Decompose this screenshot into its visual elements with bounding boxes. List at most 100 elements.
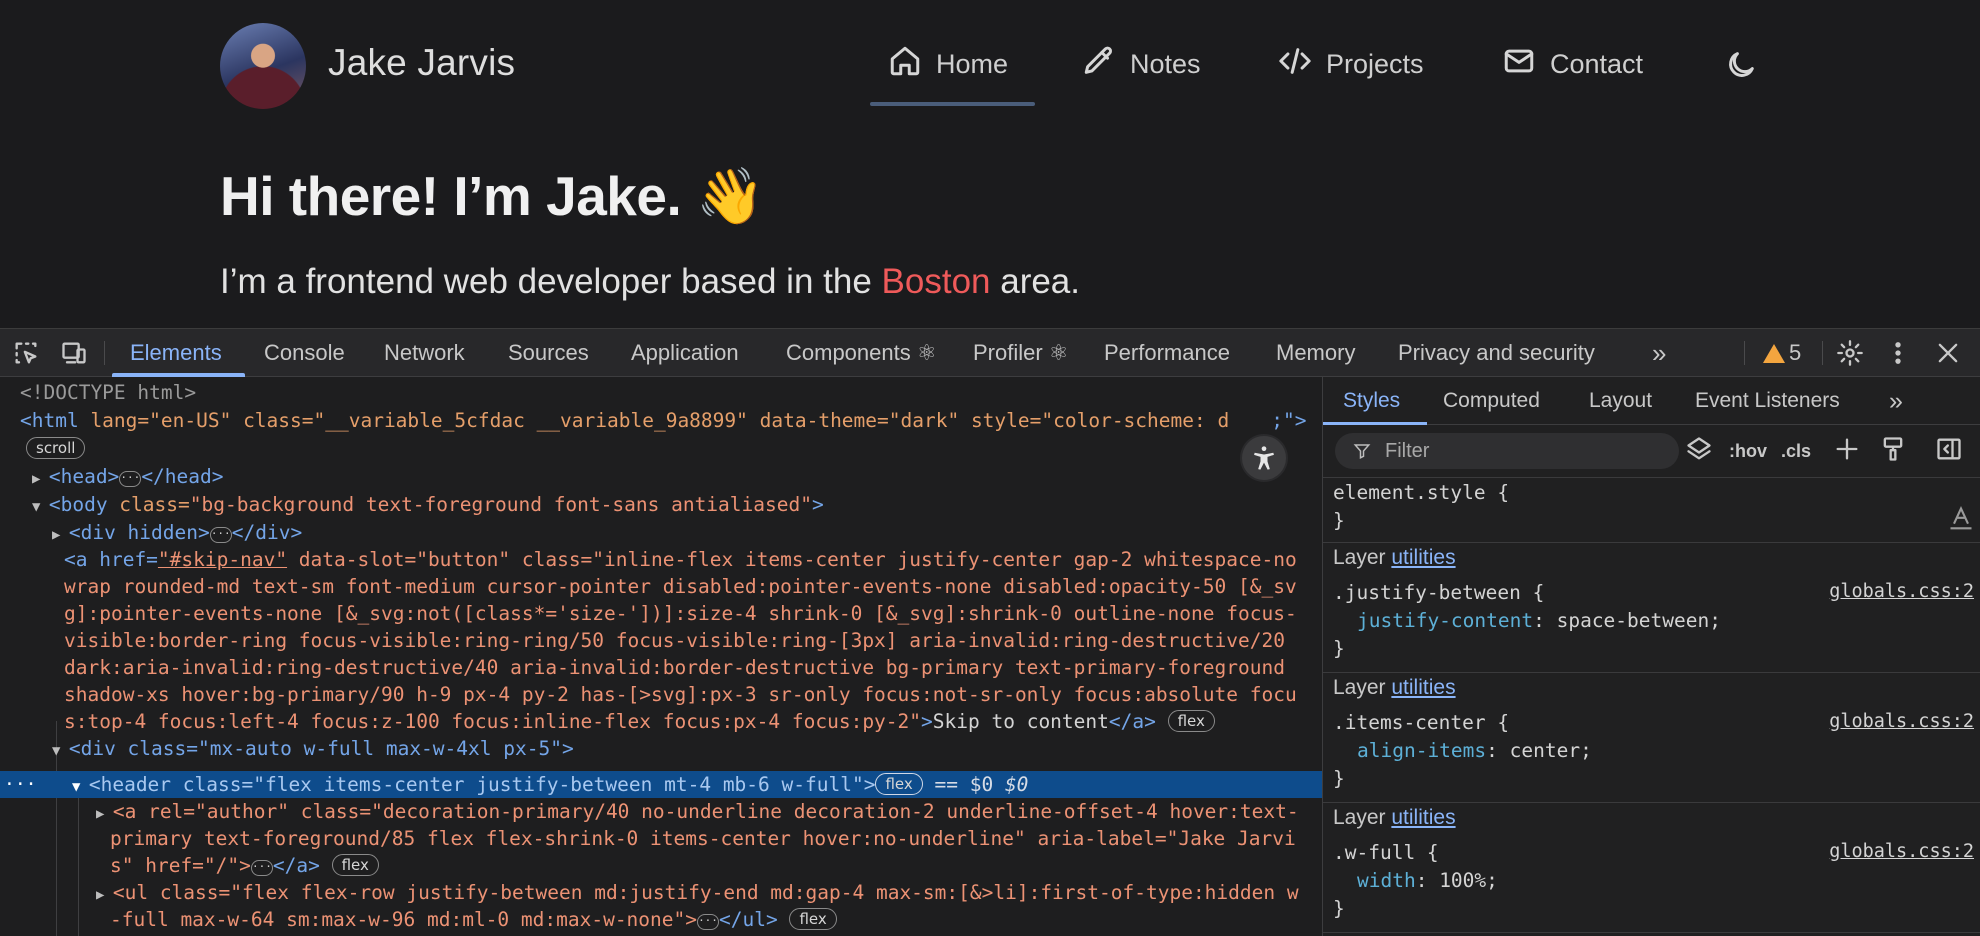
flex-badge[interactable]: flex [875, 773, 923, 795]
dom-nav-list-line-2[interactable]: -full max-w-64 sm:max-w-96 md:ml-0 md:ma… [110, 906, 837, 933]
new-rule-plus-icon[interactable] [1833, 435, 1861, 467]
skip-nav-href[interactable]: "#skip-nav" [158, 548, 287, 571]
dom-wrapper-div[interactable]: ▼ <div class="mx-auto w-full max-w-4xl p… [52, 735, 574, 765]
ellipsis-badge[interactable]: ··· [119, 471, 142, 487]
ellipsis-badge[interactable]: ··· [697, 914, 719, 930]
tab-elements[interactable]: Elements [130, 329, 222, 377]
collapse-arrow-icon[interactable]: ▼ [72, 779, 89, 795]
tab-console[interactable]: Console [264, 329, 345, 377]
tab-computed[interactable]: Computed [1443, 377, 1540, 425]
collapse-arrow-icon[interactable]: ▼ [32, 499, 49, 515]
avatar[interactable] [220, 23, 306, 109]
nav-notes-label: Notes [1130, 48, 1201, 79]
dom-tree[interactable]: <!DOCTYPE html> <html lang="en-US" class… [0, 377, 1322, 936]
layer-utilities-link[interactable]: utilities [1391, 676, 1455, 699]
inspect-element-icon[interactable] [12, 339, 40, 367]
hero-subtitle-after: area. [990, 262, 1080, 301]
nav-contact[interactable]: Contact [1502, 44, 1643, 84]
nav-projects[interactable]: Projects [1278, 44, 1424, 84]
skip-link-attrs-end: s:top-4 focus:left-4 focus:z-100 focus:i… [64, 710, 922, 733]
hero-location-link[interactable]: Boston [882, 262, 991, 301]
rule-source-link[interactable]: globals.css:2 [1829, 841, 1974, 862]
font-editor-icon[interactable] [1947, 503, 1975, 535]
more-options-icon[interactable] [1884, 339, 1912, 367]
tab-network[interactable]: Network [384, 329, 465, 377]
dom-author-link-line-2[interactable]: primary text-foreground/85 flex flex-shr… [110, 825, 1296, 852]
toggle-sidebar-icon[interactable] [1935, 435, 1963, 467]
ellipsis-badge[interactable]: ··· [250, 860, 273, 876]
selected-row-menu[interactable]: ··· [4, 771, 37, 798]
dom-skip-link-line-1[interactable]: <a href="#skip-nav" data-slot="button" c… [64, 546, 1297, 573]
rule-source-link[interactable]: globals.css:2 [1829, 581, 1974, 602]
scroll-badge[interactable]: scroll [26, 437, 86, 459]
rule-declaration[interactable]: width: 100%; [1357, 867, 1498, 895]
tab-layout[interactable]: Layout [1589, 377, 1652, 425]
flex-badge[interactable]: flex [331, 854, 379, 876]
dom-skip-link-line-4[interactable]: visible:border-ring focus-visible:ring-r… [64, 627, 1285, 654]
dom-doctype[interactable]: <!DOCTYPE html> [20, 379, 196, 406]
dom-skip-link-line-6[interactable]: shadow-xs hover:bg-primary/90 h-9 px-4 p… [64, 681, 1297, 708]
rule-selector[interactable]: .justify-between { [1333, 579, 1544, 607]
tab-profiler[interactable]: Profiler ⚛ [973, 329, 1069, 377]
tag-wrapper-div: <div class="mx-auto w-full max-w-4xl px-… [68, 737, 574, 760]
nav-list-attrs: <ul class="flex flex-row justify-between… [112, 881, 1299, 904]
warnings-badge[interactable]: 5 [1763, 329, 1801, 377]
tab-components[interactable]: Components ⚛ [786, 329, 937, 377]
tab-privacy-security[interactable]: Privacy and security [1398, 329, 1595, 377]
tab-sources[interactable]: Sources [508, 329, 589, 377]
cls-toggle[interactable]: .cls [1781, 435, 1811, 467]
nav-list-attrs-end: -full max-w-64 sm:max-w-96 md:ml-0 md:ma… [110, 908, 697, 931]
flex-badge[interactable]: flex [1167, 710, 1215, 732]
dom-nav-list-line-1[interactable]: ▶ <ul class="flex flex-row justify-betwe… [96, 879, 1299, 909]
styles-more-tabs[interactable]: » [1889, 377, 1903, 425]
expand-arrow-icon[interactable]: ▶ [96, 806, 113, 822]
element-style-selector[interactable]: element.style { [1333, 479, 1509, 507]
tab-event-listeners[interactable]: Event Listeners [1695, 377, 1840, 425]
expand-arrow-icon[interactable]: ▶ [96, 887, 113, 903]
ellipsis-badge[interactable]: ··· [209, 527, 232, 543]
more-tabs-button[interactable]: » [1652, 329, 1666, 377]
flex-badge[interactable]: flex [789, 908, 837, 930]
settings-gear-icon[interactable] [1836, 339, 1864, 367]
dom-skip-link-line-2[interactable]: wrap rounded-md text-sm font-medium curs… [64, 573, 1297, 600]
expand-arrow-icon[interactable]: ▶ [32, 471, 49, 487]
nav-notes[interactable]: Notes [1082, 44, 1201, 84]
rule-selector[interactable]: .w-full { [1333, 839, 1439, 867]
warning-icon [1763, 343, 1785, 363]
hov-toggle[interactable]: :hov [1729, 435, 1767, 467]
hero-subtitle-before: I’m a frontend web developer based in th… [220, 262, 882, 301]
dom-div-hidden[interactable]: ▶ <div hidden>···</div> [52, 519, 302, 549]
dom-head-node[interactable]: ▶ <head>···</head> [32, 463, 224, 493]
dom-skip-link-line-5[interactable]: dark:aria-invalid:ring-destructive/40 ar… [64, 654, 1285, 681]
dom-author-link-line-3[interactable]: s" href="/">···</a> flex [110, 852, 379, 879]
nav-home[interactable]: Home [888, 44, 1008, 84]
rule-source-link[interactable]: globals.css:2 [1829, 711, 1974, 732]
rule-declaration[interactable]: align-items: center; [1357, 737, 1592, 765]
dom-html-node[interactable]: <html lang="en-US" class="__variable_5cf… [20, 407, 1306, 434]
rule-selector[interactable]: .items-center { [1333, 709, 1509, 737]
collapse-arrow-icon[interactable]: ▼ [52, 743, 69, 759]
accessibility-button[interactable] [1242, 436, 1286, 480]
paint-brush-icon[interactable] [1879, 435, 1907, 467]
device-toolbar-icon[interactable] [60, 339, 88, 367]
dom-author-link-line-1[interactable]: ▶ <a rel="author" class="decoration-prim… [96, 798, 1299, 828]
site-name[interactable]: Jake Jarvis [328, 42, 515, 84]
close-icon[interactable] [1934, 339, 1962, 367]
dom-header-node-selected[interactable]: ▼ <header class="flex items-center justi… [72, 771, 1028, 801]
tab-performance[interactable]: Performance [1104, 329, 1230, 377]
layer-utilities-link[interactable]: utilities [1391, 806, 1455, 829]
theme-toggle-button[interactable] [1724, 48, 1760, 84]
layer-word: Layer [1333, 546, 1386, 569]
dom-skip-link-line-7[interactable]: s:top-4 focus:left-4 focus:z-100 focus:i… [64, 708, 1215, 735]
tab-memory[interactable]: Memory [1276, 329, 1355, 377]
tab-application[interactable]: Application [631, 329, 739, 377]
layer-utilities-link[interactable]: utilities [1391, 546, 1455, 569]
dom-skip-link-line-3[interactable]: g]:pointer-events-none [&_svg:not([class… [64, 600, 1297, 627]
styles-filter-input[interactable]: Filter [1335, 433, 1679, 469]
tab-styles[interactable]: Styles [1343, 377, 1400, 425]
layers-icon[interactable] [1685, 435, 1713, 467]
dom-body-node[interactable]: ▼ <body class="bg-background text-foregr… [32, 491, 824, 521]
dom-html-scroll[interactable]: scroll [26, 435, 86, 462]
rule-declaration[interactable]: justify-content: space-between; [1357, 607, 1721, 635]
expand-arrow-icon[interactable]: ▶ [52, 527, 69, 543]
